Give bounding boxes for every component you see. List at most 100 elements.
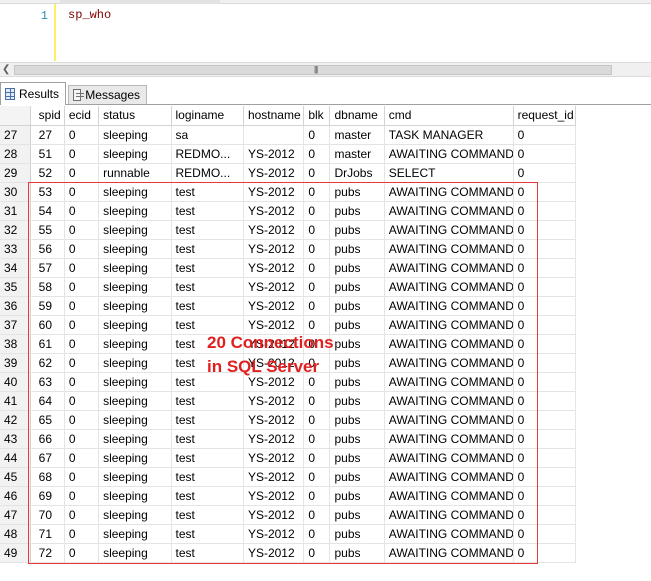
cell-loginame[interactable]: test bbox=[171, 429, 244, 449]
editor-horizontal-scrollbar[interactable]: ❮ ||| bbox=[0, 62, 625, 77]
cell-blk[interactable]: 0 bbox=[303, 410, 331, 430]
cell-request-id[interactable]: 0 bbox=[513, 543, 577, 563]
cell-blk[interactable]: 0 bbox=[303, 163, 331, 183]
cell-hostname[interactable]: YS-2012 bbox=[243, 505, 305, 525]
cell-spid[interactable]: 63 bbox=[30, 372, 65, 392]
tab-messages[interactable]: Messages bbox=[68, 85, 147, 105]
row-number[interactable]: 44 bbox=[0, 448, 31, 468]
table-row[interactable]: 48 71 0 sleeping test YS-2012 0 pubs AWAITING CO… bbox=[0, 524, 577, 544]
cell-request-id[interactable]: 0 bbox=[513, 239, 577, 259]
cell-spid[interactable]: 53 bbox=[30, 182, 65, 202]
cell-ecid[interactable]: 0 bbox=[64, 486, 100, 506]
cell-ecid[interactable]: 0 bbox=[64, 467, 100, 487]
table-row[interactable]: 30 53 0 sleeping test YS-2012 0 pubs AWAITING CO… bbox=[0, 182, 577, 202]
cell-ecid[interactable]: 0 bbox=[64, 353, 100, 373]
cell-request-id[interactable]: 0 bbox=[513, 524, 577, 544]
cell-blk[interactable]: 0 bbox=[303, 505, 331, 525]
cell-status[interactable]: sleeping bbox=[98, 201, 172, 221]
cell-request-id[interactable]: 0 bbox=[513, 467, 577, 487]
chevron-left-icon[interactable]: ❮ bbox=[2, 64, 12, 76]
row-number[interactable]: 37 bbox=[0, 315, 31, 335]
cell-request-id[interactable]: 0 bbox=[513, 410, 577, 430]
row-number[interactable]: 48 bbox=[0, 524, 31, 544]
cell-blk[interactable]: 0 bbox=[303, 258, 331, 278]
table-row[interactable]: 49 72 0 sleeping test YS-2012 0 pubs AWAITING CO… bbox=[0, 543, 577, 563]
cell-request-id[interactable]: 0 bbox=[513, 163, 577, 183]
row-number[interactable]: 40 bbox=[0, 372, 31, 392]
cell-status[interactable]: sleeping bbox=[98, 239, 172, 259]
cell-request-id[interactable]: 0 bbox=[513, 182, 577, 202]
cell-cmd[interactable]: AWAITING COMMAND bbox=[384, 201, 514, 221]
cell-ecid[interactable]: 0 bbox=[64, 220, 100, 240]
cell-status[interactable]: sleeping bbox=[98, 258, 172, 278]
cell-spid[interactable]: 56 bbox=[30, 239, 65, 259]
cell-loginame[interactable]: test bbox=[171, 467, 244, 487]
cell-loginame[interactable]: test bbox=[171, 277, 244, 297]
cell-cmd[interactable]: AWAITING COMMAND bbox=[384, 448, 514, 468]
table-row[interactable]: 46 69 0 sleeping test YS-2012 0 pubs AWAITING CO… bbox=[0, 486, 577, 506]
cell-ecid[interactable]: 0 bbox=[64, 448, 100, 468]
table-row[interactable]: 43 66 0 sleeping test YS-2012 0 pubs AWAITING CO… bbox=[0, 429, 577, 449]
row-number[interactable]: 42 bbox=[0, 410, 31, 430]
cell-loginame[interactable]: test bbox=[171, 220, 244, 240]
table-row[interactable]: 36 59 0 sleeping test YS-2012 0 pubs AWAITING CO… bbox=[0, 296, 577, 316]
cell-status[interactable]: sleeping bbox=[98, 315, 172, 335]
cell-loginame[interactable]: sa bbox=[171, 125, 244, 145]
column-header-request-id[interactable]: request_id bbox=[513, 106, 577, 126]
cell-hostname[interactable]: YS-2012 bbox=[243, 486, 305, 506]
cell-spid[interactable]: 51 bbox=[30, 144, 65, 164]
cell-loginame[interactable]: test bbox=[171, 524, 244, 544]
row-number[interactable]: 33 bbox=[0, 239, 31, 259]
row-number[interactable]: 39 bbox=[0, 353, 31, 373]
cell-hostname[interactable]: YS-2012 bbox=[243, 334, 305, 354]
cell-request-id[interactable]: 0 bbox=[513, 372, 577, 392]
cell-blk[interactable]: 0 bbox=[303, 448, 331, 468]
cell-dbname[interactable]: pubs bbox=[329, 315, 385, 335]
cell-blk[interactable]: 0 bbox=[303, 220, 331, 240]
cell-status[interactable]: sleeping bbox=[98, 486, 172, 506]
cell-loginame[interactable]: test bbox=[171, 315, 244, 335]
row-number[interactable]: 34 bbox=[0, 258, 31, 278]
cell-hostname[interactable]: YS-2012 bbox=[243, 543, 305, 563]
column-header-cmd[interactable]: cmd bbox=[384, 106, 514, 126]
cell-blk[interactable]: 0 bbox=[303, 391, 331, 411]
cell-hostname[interactable]: YS-2012 bbox=[243, 315, 305, 335]
table-row[interactable]: 27 27 0 sleeping sa 0 master TASK MANAGER 0 bbox=[0, 125, 577, 145]
row-number[interactable]: 41 bbox=[0, 391, 31, 411]
row-number[interactable]: 38 bbox=[0, 334, 31, 354]
cell-ecid[interactable]: 0 bbox=[64, 315, 100, 335]
cell-request-id[interactable]: 0 bbox=[513, 125, 577, 145]
cell-hostname[interactable]: YS-2012 bbox=[243, 182, 305, 202]
cell-hostname[interactable]: YS-2012 bbox=[243, 258, 305, 278]
cell-spid[interactable]: 65 bbox=[30, 410, 65, 430]
cell-blk[interactable]: 0 bbox=[303, 296, 331, 316]
table-row[interactable]: 28 51 0 sleeping REDMO... YS-2012 0 master AWAIT… bbox=[0, 144, 577, 164]
cell-dbname[interactable]: pubs bbox=[329, 277, 385, 297]
cell-spid[interactable]: 72 bbox=[30, 543, 65, 563]
row-number[interactable]: 36 bbox=[0, 296, 31, 316]
cell-ecid[interactable]: 0 bbox=[64, 144, 100, 164]
row-number[interactable]: 31 bbox=[0, 201, 31, 221]
column-header-blk[interactable]: blk bbox=[303, 106, 331, 126]
table-row[interactable]: 29 52 0 runnable REDMO... YS-2012 0 DrJobs SELEC… bbox=[0, 163, 577, 183]
cell-dbname[interactable]: pubs bbox=[329, 239, 385, 259]
cell-blk[interactable]: 0 bbox=[303, 125, 331, 145]
cell-cmd[interactable]: AWAITING COMMAND bbox=[384, 391, 514, 411]
query-editor[interactable]: 1 sp_who bbox=[0, 0, 651, 63]
cell-hostname[interactable]: YS-2012 bbox=[243, 410, 305, 430]
cell-request-id[interactable]: 0 bbox=[513, 334, 577, 354]
cell-request-id[interactable]: 0 bbox=[513, 429, 577, 449]
cell-spid[interactable]: 62 bbox=[30, 353, 65, 373]
cell-hostname[interactable]: YS-2012 bbox=[243, 524, 305, 544]
row-number[interactable]: 27 bbox=[0, 125, 31, 145]
cell-hostname[interactable]: YS-2012 bbox=[243, 372, 305, 392]
cell-ecid[interactable]: 0 bbox=[64, 429, 100, 449]
row-number[interactable]: 47 bbox=[0, 505, 31, 525]
cell-hostname[interactable]: YS-2012 bbox=[243, 163, 305, 183]
cell-status[interactable]: sleeping bbox=[98, 448, 172, 468]
row-number[interactable]: 49 bbox=[0, 543, 31, 563]
cell-hostname[interactable]: YS-2012 bbox=[243, 201, 305, 221]
cell-request-id[interactable]: 0 bbox=[513, 277, 577, 297]
cell-request-id[interactable]: 0 bbox=[513, 505, 577, 525]
cell-dbname[interactable]: pubs bbox=[329, 182, 385, 202]
